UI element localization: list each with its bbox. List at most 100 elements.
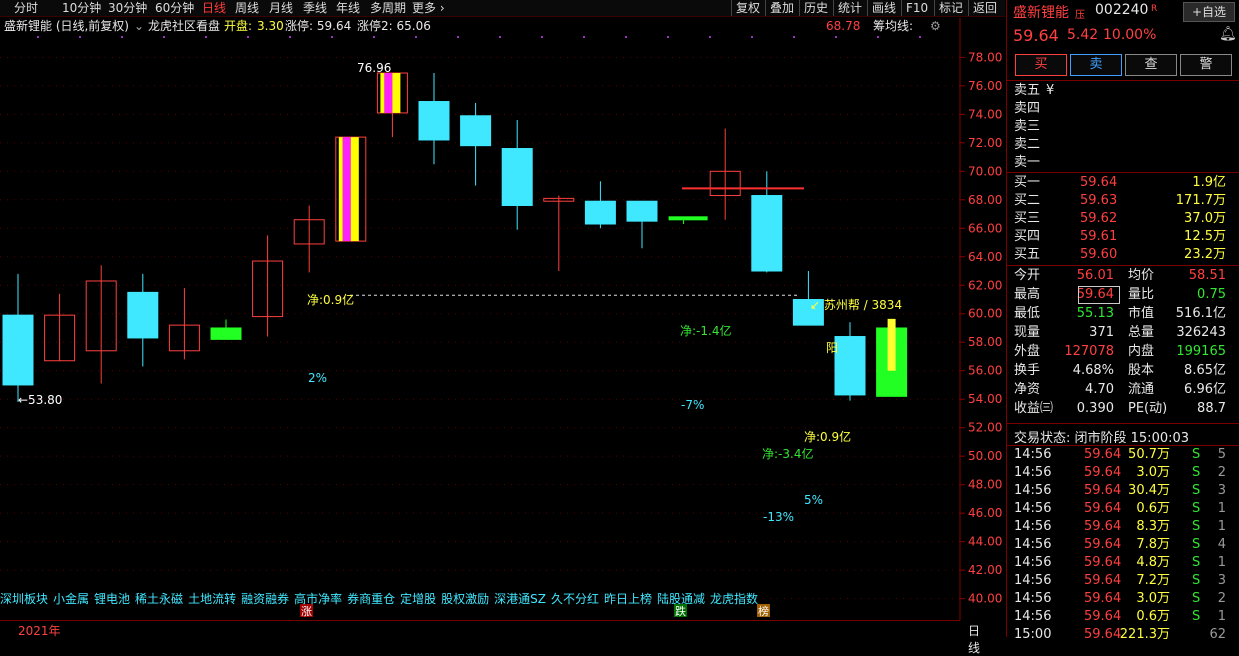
tab-fenshi[interactable]: 分时: [14, 0, 38, 16]
tag-item[interactable]: 土地流转: [188, 592, 236, 606]
tag-item[interactable]: 锂电池: [94, 592, 130, 606]
trade-price: 59.64: [1084, 447, 1122, 462]
tab-weekly[interactable]: 周线: [235, 0, 259, 16]
trade-row[interactable]: 14:56 59.64 8.3万 S 1: [1014, 518, 1234, 536]
trade-time: 14:56: [1014, 519, 1052, 534]
tab-more[interactable]: 更多 ›: [412, 0, 445, 16]
sell-button[interactable]: 卖: [1070, 54, 1122, 76]
candle-body: [418, 101, 450, 141]
alert-button[interactable]: 警: [1180, 54, 1232, 76]
trade-row[interactable]: 14:56 59.64 50.7万 S 5: [1014, 446, 1234, 464]
tab-60min[interactable]: 60分钟: [155, 0, 194, 16]
candle-body: [626, 200, 658, 222]
ask-row[interactable]: 卖二: [1014, 136, 1234, 154]
stats-row[interactable]: 今开 56.01 均价 58.51: [1014, 267, 1234, 285]
tag-item[interactable]: 融资融券: [241, 592, 289, 606]
stat-label: 内盘: [1128, 344, 1155, 359]
ask-row[interactable]: 卖一: [1014, 154, 1234, 172]
stats-row[interactable]: 净资 4.70 流通 6.96亿: [1014, 381, 1234, 399]
trade-row[interactable]: 14:56 59.64 3.0万 S 2: [1014, 590, 1234, 608]
query-button[interactable]: 查: [1125, 54, 1177, 76]
trade-row[interactable]: 14:56 59.64 30.4万 S 3: [1014, 482, 1234, 500]
ask-row[interactable]: 卖三: [1014, 118, 1234, 136]
tag-item[interactable]: 高市净率: [294, 592, 342, 606]
bid-row[interactable]: 买三 59.62 37.0万: [1014, 210, 1234, 228]
f10-button[interactable]: F10: [901, 0, 932, 16]
stat-value: 4.68%: [1072, 363, 1114, 378]
settings-icon[interactable]: ⚙: [930, 17, 941, 35]
trade-side: S: [1192, 555, 1201, 570]
bell-icon[interactable]: 🔔︎: [1219, 26, 1237, 42]
tag-item[interactable]: 定增股: [400, 592, 436, 606]
ask-row[interactable]: 卖四: [1014, 100, 1234, 118]
tag-item[interactable]: 稀土永磁: [135, 592, 183, 606]
marker-dot: [877, 36, 879, 38]
draw-button[interactable]: 画线: [867, 0, 900, 16]
divider: [1006, 172, 1239, 173]
marker-dot: [121, 36, 123, 38]
pct-label: 5%: [804, 493, 823, 507]
tag-item[interactable]: 深港通SZ: [494, 592, 546, 606]
tag-item[interactable]: 股权激励: [441, 592, 489, 606]
trade-row[interactable]: 14:56 59.64 0.6万 S 1: [1014, 608, 1234, 626]
tag-item[interactable]: 深圳板块: [0, 592, 48, 606]
candle-body: [127, 291, 159, 339]
tag-item[interactable]: 昨日上榜: [604, 592, 652, 606]
trade-count: 3: [1217, 483, 1226, 498]
tab-daily[interactable]: 日线: [202, 0, 226, 16]
tab-multi-period[interactable]: 多周期: [370, 0, 406, 16]
date-axis: 2021年 日线: [0, 620, 980, 655]
tag-item[interactable]: 陆股通减: [657, 592, 705, 606]
stats-row[interactable]: 换手 4.68% 股本 8.65亿: [1014, 362, 1234, 380]
buy-button[interactable]: 买: [1015, 54, 1067, 76]
tab-monthly[interactable]: 月线: [269, 0, 293, 16]
tab-yearly[interactable]: 年线: [336, 0, 360, 16]
bid-row[interactable]: 买一 59.64 1.9亿: [1014, 174, 1234, 192]
trade-price: 59.64: [1084, 465, 1122, 480]
stats-row[interactable]: 最高 59.64 量比 0.75: [1014, 286, 1234, 304]
marker-dot: [373, 36, 375, 38]
adjust-button[interactable]: 复权: [731, 0, 764, 16]
bid-row[interactable]: 买四 59.61 12.5万: [1014, 228, 1234, 246]
indicator-name[interactable]: 龙虎社区看盘: [148, 17, 220, 35]
tab-30min[interactable]: 30分钟: [108, 0, 147, 16]
trade-time: 14:56: [1014, 537, 1052, 552]
trade-volume: 0.6万: [1136, 609, 1170, 624]
tag-item[interactable]: 龙虎指数: [710, 592, 758, 606]
overlay-button[interactable]: 叠加: [765, 0, 798, 16]
bid-row[interactable]: 买五 59.60 23.2万: [1014, 246, 1234, 264]
trade-row[interactable]: 14:56 59.64 4.8万 S 1: [1014, 554, 1234, 572]
stat-label: 最低: [1014, 306, 1041, 321]
stats-row[interactable]: 最低 55.13 市值 516.1亿: [1014, 305, 1234, 323]
stats-button[interactable]: 统计: [833, 0, 866, 16]
add-watchlist-button[interactable]: +自选: [1183, 2, 1235, 22]
trade-row[interactable]: 14:56 59.64 3.0万 S 2: [1014, 464, 1234, 482]
tag-item[interactable]: 券商重仓: [347, 592, 395, 606]
back-button[interactable]: 返回: [968, 0, 1001, 16]
ask-label: 卖三: [1014, 119, 1041, 134]
pct-label: 2%: [308, 371, 327, 385]
stats-row[interactable]: 收益㈢ 0.390 PE(动) 88.7: [1014, 400, 1234, 418]
candlestick-chart[interactable]: 78.00 76.00 74.00 72.00 70.00 68.00 66.00 64.00…: [0, 0, 1005, 637]
trade-volume: 3.0万: [1136, 591, 1170, 606]
ask-row[interactable]: 卖五 ¥: [1014, 82, 1234, 100]
net-flow-label: 净:-3.4亿: [762, 446, 813, 461]
trade-row[interactable]: 15:00 59.64 221.3万 62: [1014, 626, 1234, 644]
stats-row[interactable]: 外盘 127078 内盘 199165: [1014, 343, 1234, 361]
stats-row[interactable]: 现量 371 总量 326243: [1014, 324, 1234, 342]
mark-button[interactable]: 标记: [934, 0, 967, 16]
stat-label: 收益㈢: [1014, 401, 1054, 416]
trade-row[interactable]: 14:56 59.64 0.6万 S 1: [1014, 500, 1234, 518]
tab-10min[interactable]: 10分钟: [62, 0, 101, 16]
history-button[interactable]: 历史: [799, 0, 832, 16]
bid-row[interactable]: 买二 59.63 171.7万: [1014, 192, 1234, 210]
tag-item[interactable]: 小金属: [53, 592, 89, 606]
trade-row[interactable]: 14:56 59.64 7.2万 S 3: [1014, 572, 1234, 590]
tab-quarterly[interactable]: 季线: [303, 0, 327, 16]
trade-count: 1: [1217, 501, 1226, 516]
tag-item[interactable]: 久不分红: [551, 592, 599, 606]
stat-label: 股本: [1128, 363, 1155, 378]
chevron-down-icon[interactable]: ⌄: [134, 17, 144, 35]
trade-row[interactable]: 14:56 59.64 7.8万 S 4: [1014, 536, 1234, 554]
divider: [1006, 423, 1239, 424]
